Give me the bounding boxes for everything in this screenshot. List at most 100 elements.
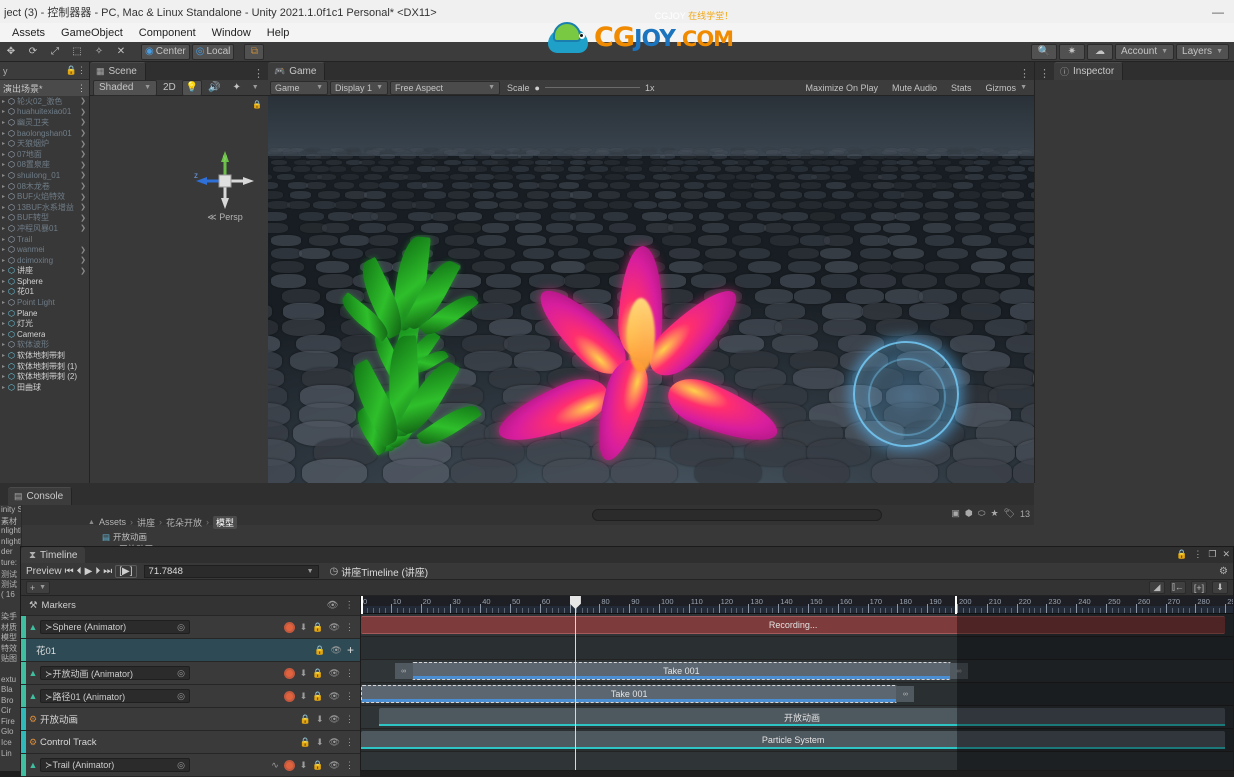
unity-toolbar[interactable]: ✥ ⟳ ⤢ ⬚ ✧ ✕ ◉ Center ◎ Local ⧉ 🔍 ✷ ☁ Acc… — [0, 42, 1234, 62]
hierarchy-item-19[interactable]: ▸ ⬡ Point Light — [0, 297, 89, 308]
play-range-button[interactable]: [▶] — [115, 564, 137, 578]
aspect-dropdown[interactable]: Free Aspect ▼ — [390, 80, 500, 95]
timeline-window-controls[interactable]: 🔒 ⋮ ❐ ✕ — [1176, 549, 1230, 560]
timeline-clip[interactable]: Take 001 ∞ ∞ — [394, 662, 969, 680]
timeline-clip-area[interactable]: 0102030405060708090100110120130140150160… — [361, 596, 1233, 770]
panel-menu-icon[interactable]: ⋮ — [1193, 549, 1202, 560]
project-tree-item-20[interactable]: Fire — [0, 717, 21, 728]
chevron-right-icon[interactable]: ❯ — [80, 150, 89, 158]
tab-inspector[interactable]: ⓘ Inspector — [1054, 62, 1124, 80]
track-menu-icon[interactable]: ⋮ — [345, 714, 354, 725]
visibility-icon[interactable]: 👁 — [331, 645, 342, 656]
mute-icon[interactable]: ⬇ — [316, 714, 324, 725]
lock-icon[interactable]: 🔒 — [300, 737, 311, 748]
hierarchy-item-2[interactable]: ▸ ⬡ 幽灵卫夹 ❯ — [0, 117, 89, 128]
hierarchy-item-0[interactable]: ▸ ⬡ 轮火02_激色 ❯ — [0, 96, 89, 107]
project-tree-item-18[interactable]: Bro — [0, 696, 21, 707]
hierarchy-item-25[interactable]: ▸ ⬡ 软体地刺带刺 (1) — [0, 361, 89, 372]
timeline-track-header[interactable]: ▲ ≻开放动画 (Animator) ◎ ⬇ 🔒 👁 ⋮ — [21, 662, 360, 685]
curve-icon[interactable]: ∿ — [271, 760, 279, 771]
visibility-icon[interactable]: 👁 — [329, 668, 340, 679]
scene-panel-menu-icon[interactable]: ⋮ — [253, 67, 268, 80]
track-gameobject-field[interactable]: ≻路径01 (Animator) ◎ — [40, 689, 190, 703]
scene-tab-bar[interactable]: ▦ Scene ⋮ — [90, 62, 268, 80]
hierarchy-item-27[interactable]: ▸ ⬡ 田曲球 — [0, 382, 89, 393]
console-tab-bar[interactable]: ▤ Console — [0, 483, 1034, 505]
track-menu-icon[interactable]: ⋮ — [345, 622, 354, 633]
shading-mode-dropdown[interactable]: Shaded ▼ — [93, 79, 157, 96]
snap-toggle-button[interactable]: ⧉ — [244, 43, 265, 60]
project-tree-item-13[interactable]: 特效 — [0, 643, 21, 654]
breadcrumb-collapse-icon[interactable]: ▲ — [88, 519, 95, 526]
mute-icon[interactable]: ⬇ — [300, 668, 308, 679]
timeline-tab-bar[interactable]: ⧗ Timeline 🔒 ⋮ ❐ ✕ — [21, 547, 1233, 563]
inspector-panel-menu-icon[interactable]: ⋮ — [1035, 67, 1054, 80]
hierarchy-item-15[interactable]: ▸ ⬡ dcimoxing ❯ — [0, 255, 89, 266]
hierarchy-item-14[interactable]: ▸ ⬡ wanmei ❯ — [0, 244, 89, 255]
layers-dropdown[interactable]: Layers ▼ — [1176, 43, 1229, 60]
game-panel-menu-icon[interactable]: ⋮ — [1019, 67, 1034, 80]
visibility-icon[interactable]: 👁 — [329, 714, 340, 725]
game-mode-dropdown[interactable]: Game ▼ — [270, 80, 328, 95]
hierarchy-item-20[interactable]: ▸ ⬡ Plane — [0, 308, 89, 319]
play-button[interactable]: ▶ — [85, 566, 93, 577]
folder-filter-icon[interactable]: ▣ — [951, 508, 960, 519]
menu-item-gameobject[interactable]: GameObject — [54, 25, 130, 41]
display-dropdown[interactable]: Display 1 ▼ — [330, 80, 388, 95]
breadcrumb[interactable]: ▲ Assets › 讲座 › 花朵开放 › 模型 — [22, 515, 237, 529]
timeline-track-row[interactable]: Particle System — [361, 729, 1233, 752]
chevron-right-icon[interactable]: ❯ — [80, 161, 89, 169]
chevron-right-icon[interactable]: ❯ — [80, 182, 89, 190]
timeline-sub-toolbar[interactable]: + ▼ ◢ ⫿← [+] ⬇ — [21, 580, 1233, 596]
project-tree-item-5[interactable]: ture: — [0, 558, 21, 569]
preview-button[interactable]: Preview — [26, 566, 62, 577]
chevron-right-icon[interactable]: ❯ — [80, 97, 89, 105]
project-tree-item-4[interactable]: der — [0, 547, 21, 558]
hand-tool-button[interactable]: ✥ — [1, 44, 21, 60]
stats-toggle[interactable]: Stats — [946, 81, 977, 95]
track-menu-icon[interactable]: ⋮ — [345, 668, 354, 679]
transform-tool-button[interactable]: ✕ — [111, 44, 131, 60]
game-tab-bar[interactable]: 🎮 Game ⋮ — [268, 62, 1034, 80]
scene-gizmo-lock-icon[interactable]: 🔒 — [252, 100, 262, 109]
project-tree-item-22[interactable]: Ice — [0, 738, 21, 749]
maximize-on-play-toggle[interactable]: Maximize On Play — [800, 81, 883, 95]
track-gameobject-field[interactable]: ≻Sphere (Animator) ◎ — [40, 620, 190, 634]
hierarchy-item-21[interactable]: ▸ ⬡ 灯光 — [0, 318, 89, 329]
project-tree-item-1[interactable]: 素材 — [0, 516, 21, 527]
visibility-icon[interactable]: 👁 — [329, 760, 340, 771]
timeline-settings-icon[interactable]: ⚙ — [1219, 566, 1228, 577]
cloud-button[interactable]: ☁ — [1086, 43, 1113, 60]
project-tree-item-14[interactable]: 贴图 — [0, 653, 21, 664]
timeline-key-prev-button[interactable]: ⫿← — [1170, 581, 1186, 594]
record-button[interactable] — [283, 667, 295, 679]
list-item[interactable]: ▤ 开放动画 — [22, 531, 147, 543]
collab-button[interactable]: ✷ — [1058, 43, 1085, 60]
chevron-right-icon[interactable]: ❯ — [80, 203, 89, 211]
label-filter-icon[interactable]: 🏷 — [1004, 508, 1015, 519]
hierarchy-scene-row[interactable]: 演出场景* ⋮ — [0, 80, 89, 96]
scene-toolbar[interactable]: Shaded ▼ 2D 💡 🔊 ✦ ▼ — [90, 79, 268, 96]
hierarchy-item-22[interactable]: ▸ ⬡ Camera — [0, 329, 89, 340]
project-tree-item-8[interactable]: ( 16 — [0, 590, 21, 601]
lock-icon[interactable]: 🔒 — [312, 691, 323, 702]
chevron-down-icon[interactable]: ▼ — [307, 568, 314, 575]
hierarchy-tab-bar[interactable]: y 🔒 ⋮ — [0, 62, 89, 80]
clip-blend-in[interactable]: ∞ — [394, 663, 413, 679]
timeline-range-bar[interactable] — [361, 596, 957, 614]
timeline-track-header[interactable]: ⚙ Control Track 🔒 ⬇ 👁 ⋮ — [21, 731, 360, 754]
timeline-clip-rows[interactable]: Recording... Take 001 ∞ ∞ Take 001 ∞ 开放动画 Parti… — [361, 614, 1233, 770]
project-tree-item-7[interactable]: 测试 — [0, 579, 21, 590]
project-folder-tree[interactable]: inity Shader Editor素材nlightPlusnlightPlu… — [0, 505, 22, 771]
tab-timeline[interactable]: ⧗ Timeline — [21, 547, 86, 563]
project-tree-item-0[interactable]: inity Shader Editor — [0, 505, 21, 516]
visibility-icon[interactable]: 👁 — [329, 622, 340, 633]
visibility-icon[interactable]: 👁 — [329, 691, 340, 702]
goto-end-button[interactable]: ⏭ — [103, 566, 112, 577]
timeline-clip[interactable]: 开放动画 — [378, 708, 1226, 726]
hierarchy-item-7[interactable]: ▸ ⬡ shuilong_01 ❯ — [0, 170, 89, 181]
timeline-track-header[interactable]: ⚙ 开放动画 🔒 ⬇ 👁 ⋮ — [21, 708, 360, 731]
mute-icon[interactable]: ⬇ — [300, 622, 308, 633]
mute-icon[interactable]: ⬇ — [300, 691, 308, 702]
menu-item-help[interactable]: Help — [260, 25, 297, 41]
